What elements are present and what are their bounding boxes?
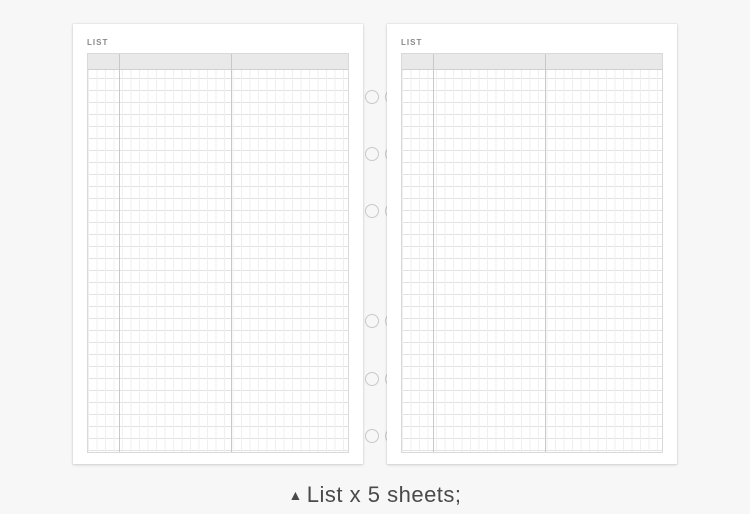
list-grid <box>87 53 349 453</box>
planner-page-right: LIST <box>387 24 677 464</box>
caption-text: List x 5 sheets; <box>307 482 462 507</box>
grid-header-band <box>88 54 348 70</box>
caption: ▲ List x 5 sheets; <box>0 482 750 508</box>
pages-stage: LIST LIST <box>0 24 750 464</box>
page-title: LIST <box>87 38 349 47</box>
column-divider <box>545 54 546 452</box>
binder-hole <box>365 147 379 161</box>
planner-page-left: LIST <box>73 24 363 464</box>
column-divider <box>433 54 434 452</box>
page-title: LIST <box>401 38 663 47</box>
binder-hole <box>365 204 379 218</box>
binder-hole <box>365 314 379 328</box>
column-divider <box>231 54 232 452</box>
list-grid <box>401 53 663 453</box>
binder-hole <box>365 90 379 104</box>
column-divider <box>119 54 120 452</box>
binder-hole <box>365 372 379 386</box>
grid-header-band <box>402 54 662 70</box>
triangle-icon: ▲ <box>288 487 302 503</box>
binder-hole <box>365 429 379 443</box>
